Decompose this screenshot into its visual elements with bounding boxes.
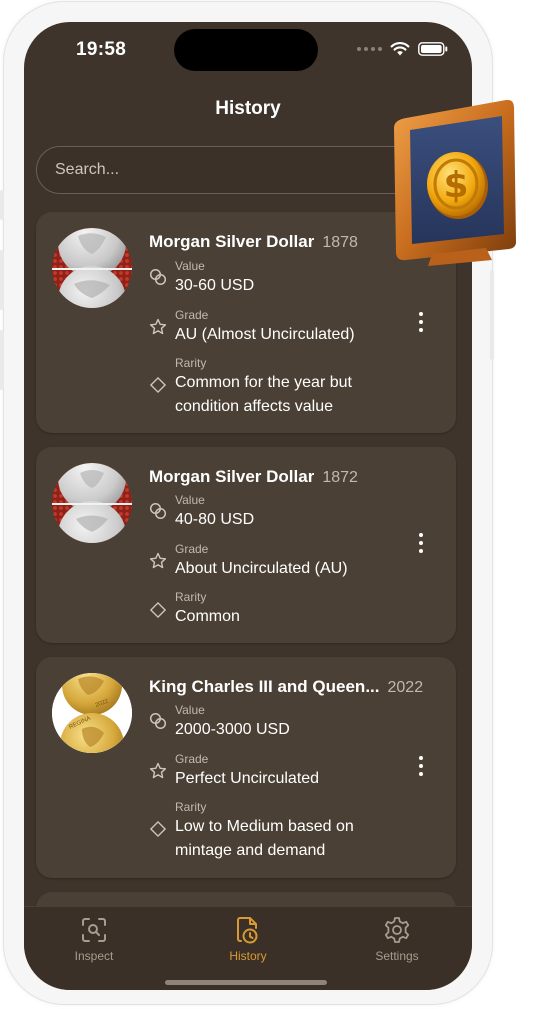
value-text: 40-80 USD <box>175 511 255 528</box>
coin-title-row: King Charles III and Queen... 2022 <box>149 677 432 697</box>
grade-text: About Uncirculated (AU) <box>175 560 348 577</box>
value-text: 30-60 USD <box>175 277 255 294</box>
rarity-text-line: mintage and demand <box>175 842 326 859</box>
rarity-text: Common for the year but condition affect… <box>175 371 395 419</box>
diamond-icon <box>149 376 167 394</box>
grade-text: Perfect Uncirculated <box>175 770 320 787</box>
grade-text: AU (Almost Uncirculated) <box>175 326 355 343</box>
wifi-icon <box>390 42 410 56</box>
rarity-text: Low to Medium based on mintage and deman… <box>175 815 395 863</box>
history-document-icon <box>237 917 258 944</box>
rarity-label: Rarity <box>175 800 207 814</box>
battery-icon <box>418 41 448 56</box>
rarity-text-line: condition affects value <box>175 398 334 415</box>
status-bar: 19:58 <box>24 22 472 78</box>
rarity-text-line: Common <box>175 608 240 625</box>
coin-name: King Charles III and Queen... <box>149 677 380 696</box>
star-icon <box>149 762 167 779</box>
monitor-coin-icon: $ <box>394 99 516 266</box>
coin-year: 1878 <box>322 234 358 251</box>
tab-inspect[interactable]: Inspect <box>24 915 164 963</box>
coin-card[interactable]: Morgan Silver Dollar 1872 Value 40-80 US… <box>36 447 456 643</box>
rarity-label: Rarity <box>175 356 207 370</box>
rarity-text: Common <box>175 605 395 629</box>
coin-name: Morgan Silver Dollar <box>149 467 315 486</box>
status-time: 19:58 <box>76 39 127 60</box>
coin-title-row: Morgan Silver Dollar 1872 <box>149 467 432 487</box>
more-options-button[interactable] <box>416 312 426 336</box>
more-options-button[interactable] <box>416 533 426 557</box>
star-icon <box>149 552 167 569</box>
rarity-text-line: Low to Medium based on <box>175 818 354 835</box>
diamond-icon <box>149 820 167 838</box>
coin-year: 2022 <box>387 679 424 696</box>
coin-image: 2022 REGINA <box>52 673 132 753</box>
value-text: 2000-3000 USD <box>175 721 290 738</box>
tab-label: Inspect <box>74 949 114 963</box>
gear-icon <box>384 917 410 943</box>
tab-label: Settings <box>375 949 419 963</box>
phone-side-button <box>490 270 494 360</box>
grade-label: Grade <box>175 752 209 766</box>
scan-search-icon <box>82 918 106 942</box>
phone-side-button <box>0 330 4 390</box>
tab-bar: Inspect History Settings <box>24 906 472 990</box>
tab-settings[interactable]: Settings <box>327 915 467 963</box>
phone-side-button <box>0 190 4 220</box>
coin-year: 1872 <box>322 469 358 486</box>
coins-icon <box>149 712 167 730</box>
star-icon <box>149 318 167 335</box>
home-indicator <box>165 980 327 985</box>
coin-name: Morgan Silver Dollar <box>149 232 315 251</box>
phone-side-button <box>0 250 4 310</box>
more-options-button[interactable] <box>416 756 426 780</box>
rarity-label: Rarity <box>175 590 207 604</box>
coin-card[interactable]: 2022 REGINA King Charles III and Queen..… <box>36 657 456 878</box>
svg-text:$: $ <box>443 165 468 206</box>
coins-icon <box>149 502 167 520</box>
value-label: Value <box>175 259 205 273</box>
app-logo: $ <box>388 94 524 272</box>
coin-image <box>52 228 132 308</box>
tab-label: History <box>229 949 267 963</box>
value-label: Value <box>175 493 205 507</box>
tab-history[interactable]: History <box>178 915 318 963</box>
grade-label: Grade <box>175 542 209 556</box>
grade-label: Grade <box>175 308 209 322</box>
dynamic-island <box>174 29 318 71</box>
cellular-signal-icon <box>357 46 382 51</box>
coins-icon <box>149 268 167 286</box>
status-icons <box>357 41 448 56</box>
rarity-text-line: Common for the year but <box>175 374 352 391</box>
coin-image <box>52 463 132 543</box>
diamond-icon <box>149 601 167 619</box>
value-label: Value <box>175 703 205 717</box>
